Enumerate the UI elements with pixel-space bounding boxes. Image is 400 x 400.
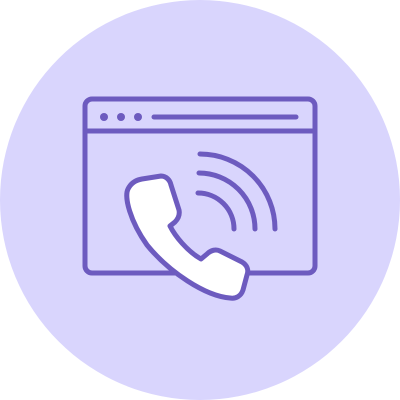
web-call-icon-container <box>0 0 400 400</box>
window-dot-2 <box>117 113 125 121</box>
background-circle <box>0 0 400 400</box>
window-controls <box>100 113 142 121</box>
window-dot-3 <box>134 113 142 121</box>
window-dot-1 <box>100 113 108 121</box>
web-call-icon <box>0 0 400 400</box>
